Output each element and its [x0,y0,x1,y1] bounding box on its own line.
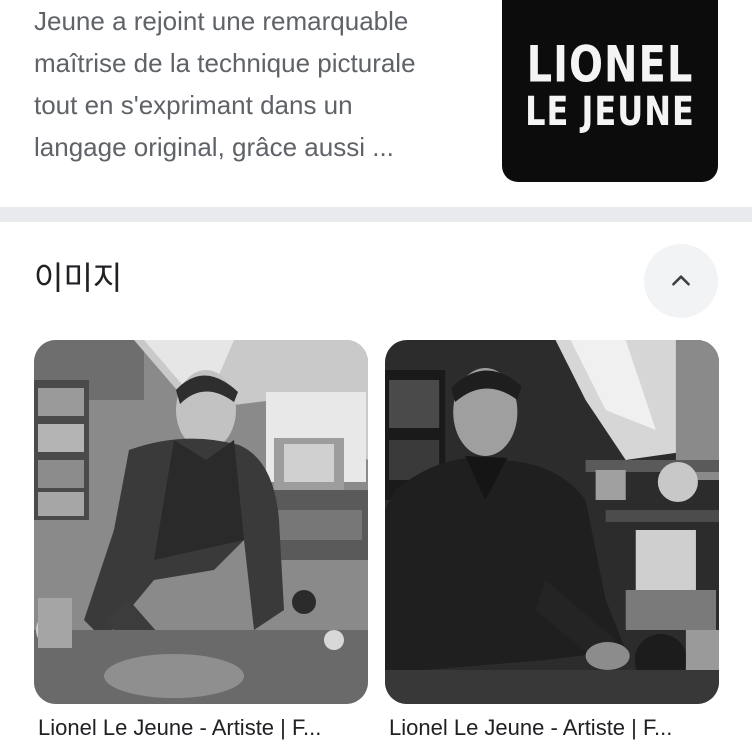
image-caption-1[interactable]: Lionel Le Jeune - Artiste | F... [38,712,378,744]
image-result-2[interactable] [385,340,719,704]
result-thumbnail-logo[interactable]: LIONEL LE JEUNE [502,0,718,182]
section-divider [0,207,752,222]
result-snippet: Jeune a rejoint une remarquable maîtrise… [34,0,484,168]
image-caption-2[interactable]: Lionel Le Jeune - Artiste | F... [389,712,729,744]
snippet-line: langage original, grâce aussi ... [34,132,394,162]
logo-line-1: LIONEL [526,36,694,94]
image-result-1[interactable] [34,340,368,704]
artist-studio-photo-2 [385,340,719,704]
chevron-up-icon [672,275,690,286]
snippet-line: tout en s'exprimant dans un [34,90,353,120]
images-section-title: 이미지 [34,260,123,296]
logo-line-2: LE JEUNE [525,87,695,135]
search-results-page: Jeune a rejoint une remarquable maîtrise… [0,0,752,752]
snippet-line: Jeune a rejoint une remarquable [34,6,409,36]
artist-studio-photo-1 [34,340,368,704]
collapse-section-button[interactable] [644,244,718,318]
snippet-line: maîtrise de la technique picturale [34,48,416,78]
